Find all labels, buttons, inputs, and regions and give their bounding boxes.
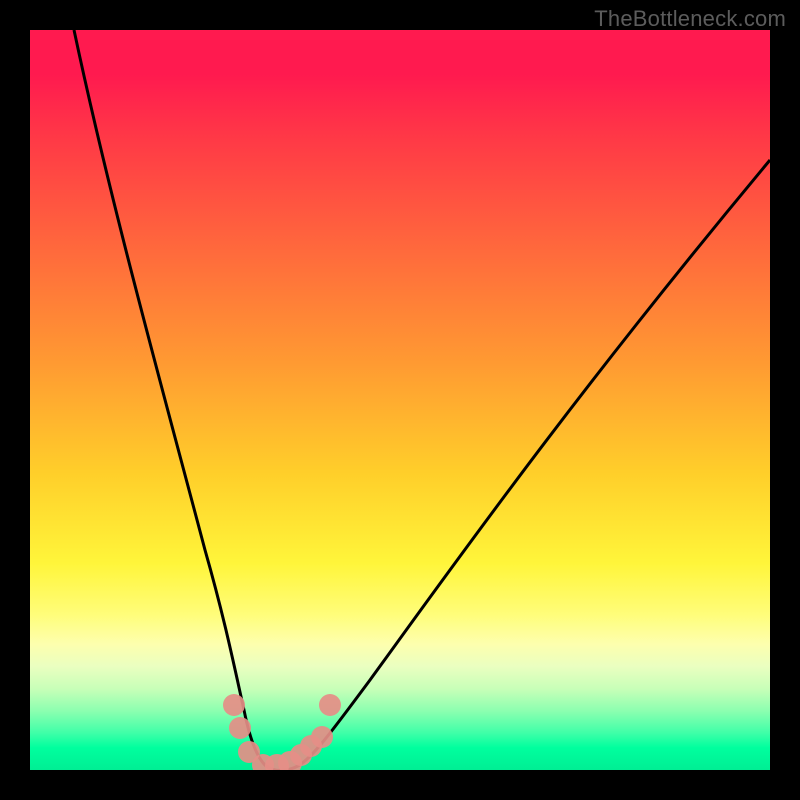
- curve-layer: [30, 30, 770, 770]
- plot-area: [30, 30, 770, 770]
- marker: [311, 726, 333, 748]
- marker: [319, 694, 341, 716]
- chart-frame: TheBottleneck.com: [0, 0, 800, 800]
- marker-group: [223, 694, 341, 770]
- marker: [223, 694, 245, 716]
- watermark-text: TheBottleneck.com: [594, 6, 786, 32]
- bottleneck-curve: [74, 30, 770, 770]
- marker: [229, 717, 251, 739]
